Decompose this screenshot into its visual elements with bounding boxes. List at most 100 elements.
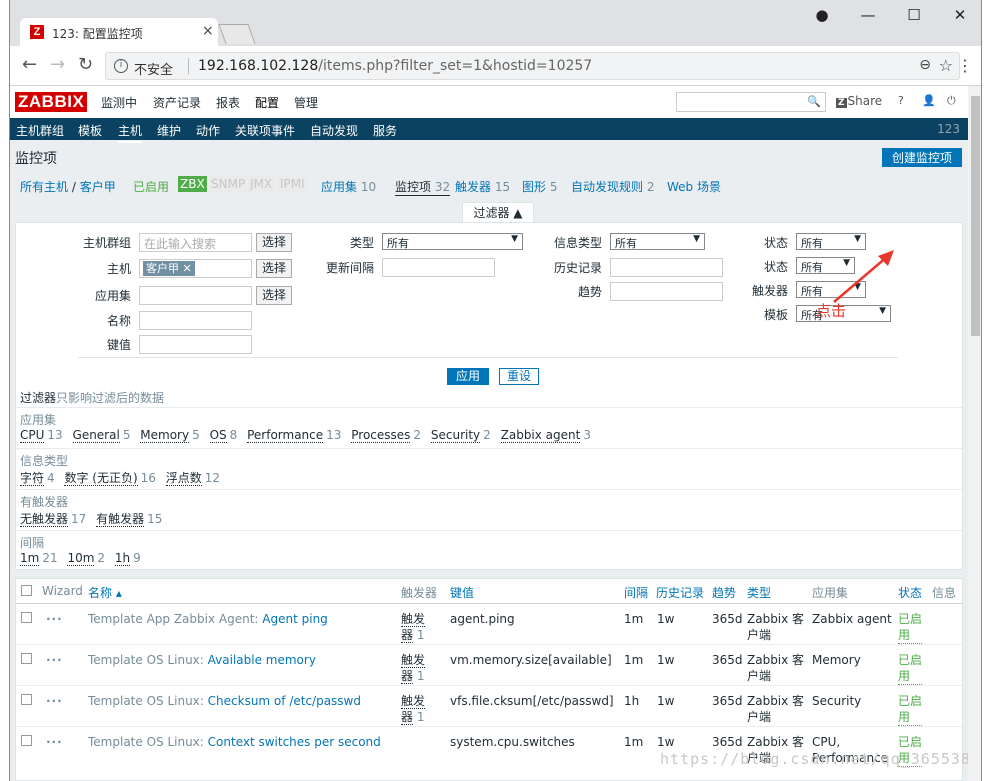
subfilter-info-float[interactable]: 浮点数: [165, 471, 202, 486]
status-toggle[interactable]: 已启用: [898, 611, 923, 644]
row-checkbox[interactable]: [21, 653, 32, 664]
application-input[interactable]: [139, 286, 252, 305]
menu-configuration[interactable]: 配置: [255, 94, 279, 111]
subfilter-app-os[interactable]: OS: [209, 428, 227, 443]
template-link[interactable]: Template App Zabbix Agent:: [88, 612, 258, 626]
items-tab[interactable]: 监控项 32: [395, 178, 451, 196]
status-toggle[interactable]: 已启用: [898, 693, 923, 726]
menu-monitoring[interactable]: 监测中: [101, 94, 137, 111]
trends-input[interactable]: [610, 282, 723, 301]
host-group-input[interactable]: 在此输入搜索: [139, 233, 252, 252]
web-scenarios-link[interactable]: Web 场景: [667, 180, 721, 194]
apply-filter-button[interactable]: 应用: [447, 368, 490, 385]
col-status[interactable]: 状态: [898, 584, 922, 601]
submenu-host-groups[interactable]: 主机群组: [16, 122, 64, 139]
subfilter-app-general[interactable]: General: [72, 428, 120, 443]
subfilter-no-triggers[interactable]: 无触发器: [20, 512, 69, 527]
subfilter-app-processes[interactable]: Processes: [351, 428, 411, 443]
subfilter-app-memory[interactable]: Memory: [140, 428, 190, 443]
web-scenarios-tab[interactable]: Web 场景: [667, 178, 721, 195]
menu-inventory[interactable]: 资产记录: [153, 94, 201, 111]
host-select-button[interactable]: 选择: [256, 259, 293, 278]
graphs-link[interactable]: 图形: [522, 180, 546, 194]
triggers-link[interactable]: 触发器: [455, 180, 491, 194]
subfilter-interval-1m[interactable]: 1m: [20, 551, 40, 566]
item-link[interactable]: Available memory: [208, 653, 316, 667]
row-checkbox[interactable]: [21, 612, 32, 623]
menu-administration[interactable]: 管理: [294, 94, 318, 111]
submenu-correlation[interactable]: 关联项事件: [235, 122, 295, 139]
col-name[interactable]: 名称 ▴: [88, 584, 122, 601]
subfilter-app-performance[interactable]: Performance: [247, 428, 324, 443]
host-input[interactable]: 客户甲 ✕: [139, 259, 252, 278]
filter-toggle-tab[interactable]: 过滤器 ▲: [462, 202, 534, 222]
close-window-icon[interactable]: ✕: [950, 6, 970, 24]
host-chip[interactable]: 客户甲 ✕: [143, 261, 195, 276]
forward-icon[interactable]: →: [50, 54, 65, 75]
new-tab-button[interactable]: [218, 24, 256, 44]
subfilter-with-triggers[interactable]: 有触发器: [96, 512, 145, 527]
submenu-discovery[interactable]: 自动发现: [310, 122, 358, 139]
tab-close-icon[interactable]: ×: [202, 23, 214, 39]
maximize-icon[interactable]: ☐: [904, 6, 924, 24]
scrollbar-thumb[interactable]: [971, 96, 980, 336]
type-select[interactable]: 所有 ▼: [382, 233, 523, 250]
application-select-button[interactable]: 选择: [256, 286, 293, 305]
triggers-cell[interactable]: 触发器 1: [401, 652, 426, 684]
submenu-services[interactable]: 服务: [373, 122, 397, 139]
zoom-icon[interactable]: ⊖: [919, 57, 931, 73]
item-link[interactable]: Checksum of /etc/passwd: [208, 694, 361, 708]
host-link[interactable]: 客户甲: [80, 180, 116, 194]
discovery-rules-link[interactable]: 自动发现规则: [571, 180, 643, 194]
menu-reports[interactable]: 报表: [216, 94, 240, 111]
browser-tab[interactable]: Z 123: 配置监控项 ×: [20, 18, 218, 46]
submenu-actions[interactable]: 动作: [196, 122, 220, 139]
reset-filter-button[interactable]: 重设: [499, 368, 540, 385]
update-interval-input[interactable]: [382, 258, 495, 277]
logout-icon[interactable]: ⏻: [947, 94, 956, 108]
status-toggle[interactable]: 已启用: [898, 652, 923, 685]
search-icon[interactable]: 🔍: [807, 95, 821, 108]
row-checkbox[interactable]: [21, 694, 32, 705]
wizard-menu-icon[interactable]: ···: [46, 652, 63, 668]
reload-icon[interactable]: ↻: [78, 54, 93, 75]
applications-link[interactable]: 应用集: [321, 180, 357, 194]
history-input[interactable]: [610, 258, 723, 277]
key-input[interactable]: [139, 335, 252, 354]
all-hosts-link[interactable]: 所有主机: [20, 180, 68, 194]
zabbix-logo[interactable]: ZABBIX: [15, 92, 88, 112]
user-profile-icon[interactable]: 👤: [922, 94, 936, 107]
col-interval[interactable]: 间隔: [624, 584, 648, 601]
select-all-checkbox[interactable]: [21, 585, 32, 596]
page-scrollbar[interactable]: [968, 86, 981, 781]
browser-menu-icon[interactable]: ⋮: [957, 56, 973, 75]
item-link[interactable]: Agent ping: [262, 612, 328, 626]
col-history[interactable]: 历史记录: [656, 584, 704, 601]
url-text[interactable]: 192.168.102.128/items.php?filter_set=1&h…: [198, 58, 592, 74]
subfilter-info-unsigned[interactable]: 数字 (无正负): [64, 471, 138, 486]
profile-icon[interactable]: ●: [812, 6, 832, 24]
subfilter-info-char[interactable]: 字符: [20, 471, 45, 486]
subfilter-app-zabbix-agent[interactable]: Zabbix agent: [500, 428, 581, 443]
bookmark-star-icon[interactable]: ☆: [939, 56, 953, 75]
subfilter-app-security[interactable]: Security: [430, 428, 481, 443]
omnibox[interactable]: i 不安全 192.168.102.128/items.php?filter_s…: [105, 52, 960, 80]
share-link[interactable]: Z Share: [836, 94, 882, 108]
global-search-input[interactable]: 🔍: [676, 92, 826, 112]
help-icon[interactable]: ?: [898, 94, 904, 107]
col-key[interactable]: 键值: [450, 584, 474, 601]
subfilter-interval-1h[interactable]: 1h: [114, 551, 131, 566]
subfilter-app-cpu[interactable]: CPU: [20, 428, 45, 443]
applications-tab[interactable]: 应用集 10: [321, 178, 376, 195]
triggers-tab[interactable]: 触发器 15: [455, 178, 510, 195]
host-status-enabled[interactable]: 已启用: [133, 178, 169, 195]
discovery-rules-tab[interactable]: 自动发现规则 2: [571, 178, 654, 195]
minimize-icon[interactable]: —: [858, 6, 878, 24]
submenu-hosts[interactable]: 主机: [118, 122, 143, 143]
info-icon[interactable]: i: [114, 59, 128, 73]
wizard-menu-icon[interactable]: ···: [46, 734, 63, 750]
wizard-menu-icon[interactable]: ···: [46, 693, 63, 709]
wizard-menu-icon[interactable]: ···: [46, 611, 63, 627]
template-link[interactable]: Template OS Linux:: [88, 735, 204, 749]
graphs-tab[interactable]: 图形 5: [522, 178, 557, 195]
